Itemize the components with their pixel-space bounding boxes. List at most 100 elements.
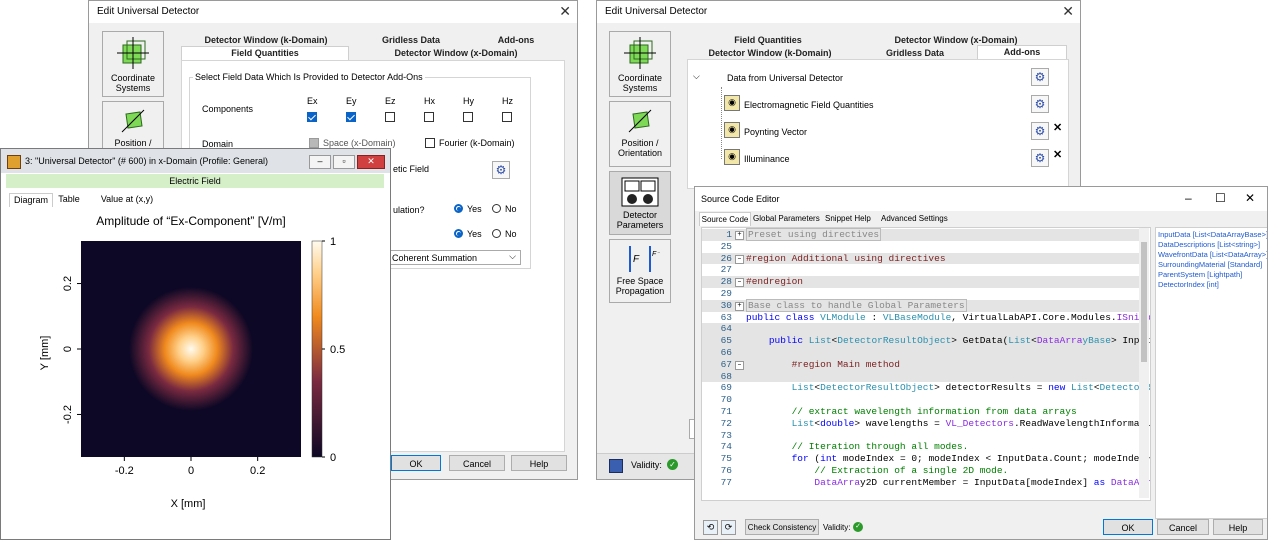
code-line: 73 <box>702 430 1142 442</box>
line-text: for (int modeIndex = 0; modeIndex < Inpu… <box>791 453 1151 465</box>
fold-toggle-icon[interactable]: + <box>735 301 744 311</box>
plot-window: 3: "Universal Detector" (# 600) in x-Dom… <box>0 148 391 540</box>
line-number: 63 <box>720 311 732 323</box>
summation-dropdown[interactable]: Coherent Summation ⌵ <box>387 250 521 265</box>
redo-icon[interactable]: ⟳ <box>721 520 736 535</box>
editor-tab-snippet[interactable]: Snippet Help <box>825 214 871 223</box>
parameter-item[interactable]: DetectorIndex [int] <box>1158 280 1267 290</box>
cancel-button[interactable]: Cancel <box>1157 519 1209 535</box>
minimize-button[interactable]: – <box>309 155 331 169</box>
help-button[interactable]: Help <box>511 455 567 471</box>
undo-icon[interactable]: ⟲ <box>703 520 718 535</box>
sidebar-coordinate-systems[interactable]: Coordinate Systems <box>609 31 671 97</box>
line-number: 64 <box>720 323 732 335</box>
plot-tab-value[interactable]: Value at (x,y) <box>87 194 167 204</box>
gear-icon[interactable]: ⚙ <box>1031 95 1049 113</box>
cancel-button[interactable]: Cancel <box>449 455 505 471</box>
gear-icon[interactable]: ⚙ <box>1031 149 1049 167</box>
maximize-button[interactable]: ▫ <box>333 155 355 169</box>
gear-icon[interactable]: ⚙ <box>1031 122 1049 140</box>
line-number: 71 <box>720 406 732 417</box>
ok-button[interactable]: OK <box>1103 519 1153 535</box>
check-consistency-button[interactable]: Check Consistency <box>745 519 819 535</box>
editor-title: Source Code Editor <box>701 194 780 204</box>
domain-space-checkbox[interactable] <box>309 138 319 148</box>
close-icon[interactable]: ✕ <box>1062 3 1074 20</box>
code-scrollbar[interactable] <box>1139 228 1149 498</box>
tab-add-ons[interactable]: Add-ons <box>977 45 1067 59</box>
tab-gridless-data[interactable]: Gridless Data <box>351 34 471 47</box>
fold-toggle-icon[interactable]: – <box>735 278 744 288</box>
fold-toggle-icon[interactable]: + <box>735 231 744 240</box>
code-line: 68 <box>702 370 1142 383</box>
component-hz-label: Hz <box>502 96 513 106</box>
fold-toggle-icon[interactable]: – <box>735 360 744 370</box>
plot-title: 3: "Universal Detector" (# 600) in x-Dom… <box>25 156 268 166</box>
heatmap-peak <box>129 287 253 411</box>
save-icon[interactable] <box>609 459 623 473</box>
fold-toggle-icon[interactable]: – <box>735 254 744 264</box>
code-line: 70 <box>702 394 1142 406</box>
parameter-item[interactable]: InputData [List<DataArrayBase>] <box>1158 230 1267 240</box>
code-line: 28 #endregion – <box>702 276 1142 288</box>
tab-field-quantities[interactable]: Field Quantities <box>687 34 849 47</box>
app-icon <box>7 155 21 169</box>
tree-item-illuminance[interactable]: Illuminance <box>744 154 790 164</box>
tab-detector-window-x[interactable]: Detector Window (x-Domain) <box>351 47 561 60</box>
sidebar-detector-parameters[interactable]: Detector Parameters <box>609 171 671 235</box>
close-icon[interactable]: ✕ <box>559 3 571 20</box>
close-icon[interactable]: ✕ <box>1245 191 1255 205</box>
component-ex-checkbox[interactable] <box>307 112 317 122</box>
domain-fourier-checkbox[interactable] <box>425 138 435 148</box>
parameter-item[interactable]: ParentSystem [Lightpath] <box>1158 270 1267 280</box>
component-hx-label: Hx <box>424 96 435 106</box>
tree-item-em[interactable]: Electromagnetic Field Quantities <box>744 100 874 110</box>
parameter-item[interactable]: DataDescriptions [List<string>] <box>1158 240 1267 250</box>
line-number: 30 <box>720 299 732 311</box>
plot-tab-diagram[interactable]: Diagram <box>9 193 53 207</box>
scrollbar-thumb[interactable] <box>1141 242 1147 362</box>
line-number: 68 <box>720 370 732 382</box>
line-number: 29 <box>720 288 732 299</box>
minimize-icon[interactable]: – <box>1185 191 1192 205</box>
domain-fourier-label: Fourier (k-Domain) <box>439 138 515 148</box>
remove-icon[interactable]: ✕ <box>1053 148 1062 161</box>
tab-add-ons[interactable]: Add-ons <box>471 34 561 47</box>
plot-tab-table[interactable]: Table <box>53 194 85 204</box>
sidebar-coordinate-systems[interactable]: Coordinate Systems <box>102 31 164 97</box>
component-hy-checkbox[interactable] <box>463 112 473 122</box>
fourier-icon: F F⁻¹ <box>629 246 663 272</box>
line-text: #region Additional using directives <box>746 252 946 264</box>
editor-tab-global[interactable]: Global Parameters <box>753 214 820 223</box>
yes-radio-1[interactable] <box>454 204 463 213</box>
y-axis-label: Y [mm] <box>39 336 51 371</box>
gear-icon[interactable]: ⚙ <box>492 161 510 179</box>
help-button[interactable]: Help <box>1213 519 1263 535</box>
no-radio-1[interactable] <box>492 204 501 213</box>
no-radio-2[interactable] <box>492 229 501 238</box>
source-code-editor: Source Code Editor – ☐ ✕ Source Code Glo… <box>694 186 1268 540</box>
code-area[interactable]: 1 Preset using directives +25 26 #region Add… <box>701 227 1151 501</box>
sidebar-position-orientation[interactable]: Position / Orientation <box>609 101 671 167</box>
parameter-item[interactable]: WavefrontData [List<DataArray>] <box>1158 250 1267 260</box>
close-button[interactable]: ✕ <box>357 155 385 169</box>
component-hz-checkbox[interactable] <box>502 112 512 122</box>
component-hx-checkbox[interactable] <box>424 112 434 122</box>
parameter-item[interactable]: SurroundingMaterial [Standard] <box>1158 260 1267 270</box>
line-number: 66 <box>720 347 732 358</box>
maximize-icon[interactable]: ☐ <box>1215 191 1226 205</box>
gear-icon[interactable]: ⚙ <box>1031 68 1049 86</box>
line-number: 70 <box>720 394 732 406</box>
yes-radio-2[interactable] <box>454 229 463 238</box>
ok-button[interactable]: OK <box>391 455 441 471</box>
sidebar-free-space-propagation[interactable]: F F⁻¹ Free Space Propagation <box>609 239 671 303</box>
line-number: 72 <box>720 417 732 429</box>
editor-tab-advanced[interactable]: Advanced Settings <box>881 214 948 223</box>
remove-icon[interactable]: ✕ <box>1053 121 1062 134</box>
tree-expand-icon[interactable]: ⌵ <box>693 71 700 82</box>
tree-item-poynting[interactable]: Poynting Vector <box>744 127 807 137</box>
editor-tab-source[interactable]: Source Code <box>699 212 751 226</box>
component-ey-checkbox[interactable] <box>346 112 356 122</box>
component-ez-checkbox[interactable] <box>385 112 395 122</box>
tab-field-quantities[interactable]: Field Quantities <box>181 46 349 60</box>
